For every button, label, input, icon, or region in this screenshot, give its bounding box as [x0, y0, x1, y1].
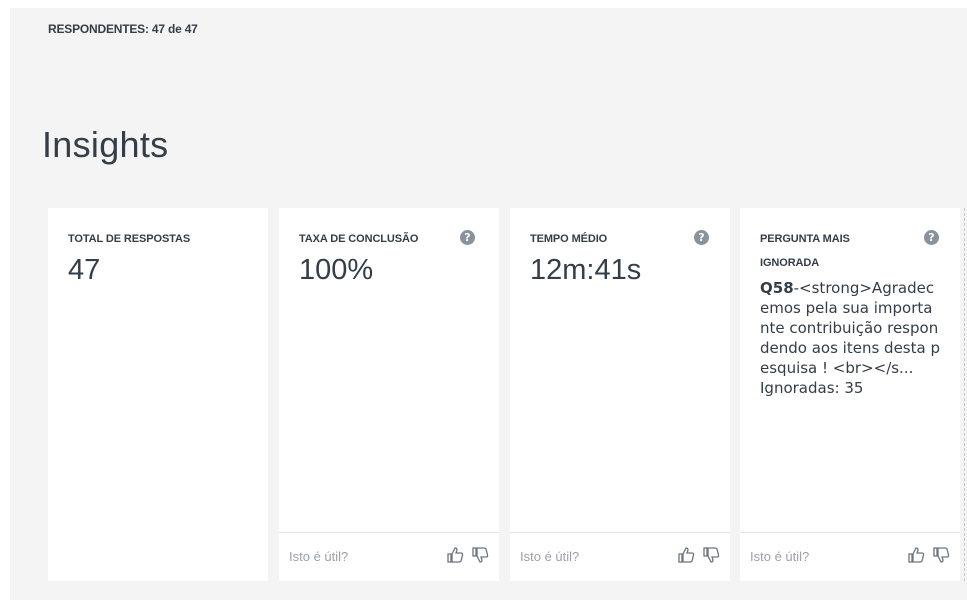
feedback-row: Isto é útil?	[510, 532, 730, 581]
card-completion-rate: TAXA DE CONCLUSÃO ? 100% Isto é útil?	[279, 208, 499, 581]
card-value: 47	[68, 254, 101, 286]
insights-panel: RESPONDENTES: 47 de 47 Insights TOTAL DE…	[10, 8, 967, 600]
card-value: 12m:41s	[530, 254, 642, 286]
feedback-row: Isto é útil?	[279, 532, 499, 581]
feedback-label: Isto é útil?	[289, 549, 349, 564]
skipped-question-text[interactable]: Q58-<strong>Agradecemos pela sua importa…	[760, 278, 940, 398]
thumbs-down-icon[interactable]	[932, 546, 950, 564]
card-value: 100%	[299, 254, 374, 286]
card-total-responses: TOTAL DE RESPOSTAS 47	[48, 208, 268, 581]
card-label: PERGUNTA MAIS IGNORADA	[760, 233, 850, 269]
question-circle-icon[interactable]: ?	[924, 230, 939, 245]
feedback-label: Isto é útil?	[520, 549, 580, 564]
skipped-count: Ignoradas: 35	[760, 379, 864, 397]
card-label: TAXA DE CONCLUSÃO	[299, 233, 419, 245]
page-title: Insights	[42, 124, 169, 165]
feedback-label: Isto é útil?	[750, 549, 810, 564]
respondents-count: RESPONDENTES: 47 de 47	[48, 22, 198, 36]
thumbs-up-icon[interactable]	[907, 546, 925, 564]
card-label: TOTAL DE RESPOSTAS	[68, 233, 191, 245]
question-id: Q58	[760, 279, 794, 297]
thumbs-down-icon[interactable]	[471, 546, 489, 564]
thumbs-down-icon[interactable]	[702, 546, 720, 564]
thumbs-up-icon[interactable]	[677, 546, 695, 564]
card-label: TEMPO MÉDIO	[530, 233, 608, 245]
thumbs-up-icon[interactable]	[446, 546, 464, 564]
card-most-skipped-question: PERGUNTA MAIS IGNORADA ? Q58-<strong>Agr…	[740, 208, 960, 581]
question-circle-icon[interactable]: ?	[694, 230, 709, 245]
card-average-time: TEMPO MÉDIO ? 12m:41s Isto é útil?	[510, 208, 730, 581]
question-circle-icon[interactable]: ?	[460, 230, 475, 245]
carousel-divider	[964, 208, 965, 581]
feedback-row: Isto é útil?	[740, 532, 960, 581]
